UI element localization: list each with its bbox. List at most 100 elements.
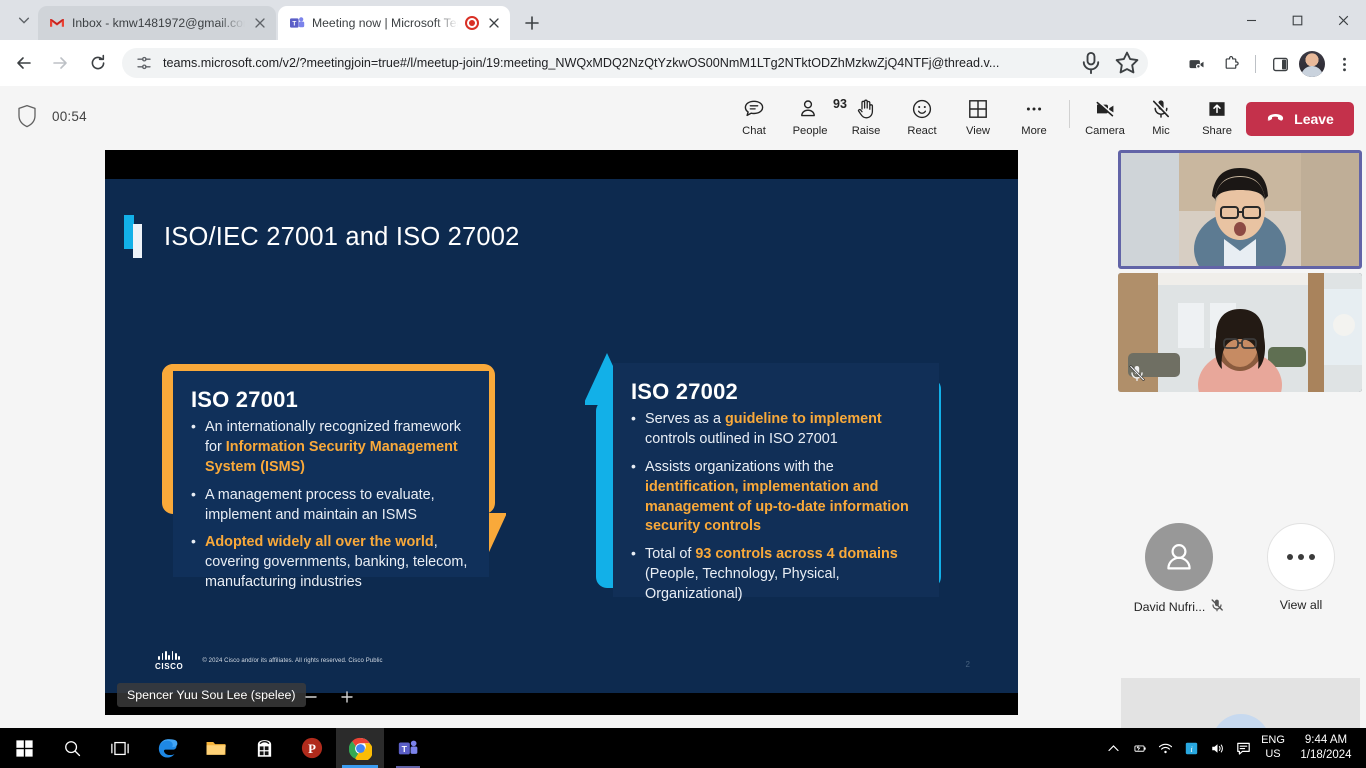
site-settings-icon[interactable] <box>135 54 153 72</box>
list-item: An internationally recognized framework … <box>191 417 471 478</box>
tab-title: Meeting now | Microsoft Teams <box>312 16 458 30</box>
battery-icon[interactable] <box>1126 728 1152 768</box>
react-smiley-icon <box>911 96 933 122</box>
new-tab-button[interactable] <box>518 9 546 37</box>
forward-icon[interactable] <box>44 47 76 79</box>
share-up-icon <box>1206 96 1228 122</box>
close-icon[interactable] <box>252 15 268 31</box>
svg-text:T: T <box>292 21 296 28</box>
zoom-out-button[interactable] <box>301 687 321 707</box>
info-icon[interactable]: i <box>1178 728 1204 768</box>
hangup-icon <box>1266 108 1285 130</box>
camera-button[interactable]: Camera <box>1077 92 1133 137</box>
address-bar[interactable]: teams.microsoft.com/v2/?meetingjoin=true… <box>122 48 1148 78</box>
camera-label: Camera <box>1085 125 1125 137</box>
edge-icon[interactable] <box>144 728 192 768</box>
bullet-highlight: identification, implementation and manag… <box>645 478 909 535</box>
cisco-bars-icon <box>158 651 180 660</box>
voice-search-icon[interactable] <box>1078 50 1104 76</box>
start-icon[interactable] <box>0 728 48 768</box>
react-button[interactable]: React <box>894 92 950 137</box>
shared-content-stage[interactable]: ISO/IEC 27001 and ISO 27002 ISO 27001 • … <box>105 150 1018 715</box>
wifi-icon[interactable] <box>1152 728 1178 768</box>
list-item: Serves as a guideline to implement contr… <box>631 409 921 450</box>
bullet-text: Serves as a <box>645 411 725 427</box>
extensions-puzzle-icon[interactable] <box>1215 48 1247 80</box>
gmail-icon <box>49 15 65 31</box>
ellipsis-icon <box>1267 523 1335 591</box>
mic-button[interactable]: Mic <box>1133 92 1189 137</box>
microsoft-store-icon[interactable] <box>240 728 288 768</box>
svg-text:P: P <box>308 742 316 756</box>
slide-page-number: 2 <box>965 660 970 669</box>
iso-27001-heading: ISO 27001 <box>191 387 298 412</box>
person-icon <box>1145 523 1213 591</box>
slide-copyright: © 2024 Cisco and/or its affiliates. All … <box>202 658 383 664</box>
tab-title: Inbox - kmw1481972@gmail.com <box>72 16 245 30</box>
share-label: Share <box>1202 125 1232 137</box>
screencast-icon[interactable] <box>1180 48 1212 80</box>
tab-search-chevron-icon[interactable] <box>8 4 40 36</box>
more-button[interactable]: More <box>1006 92 1062 137</box>
clock[interactable]: 9:44 AM 1/18/2024 <box>1290 728 1366 768</box>
close-icon[interactable] <box>486 15 502 31</box>
task-view-icon[interactable] <box>96 728 144 768</box>
bullet-text: controls outlined in ISO 27001 <box>645 430 838 447</box>
side-panel-icon[interactable] <box>1264 48 1296 80</box>
bullet-highlight: Information Security Management System (… <box>205 438 458 475</box>
back-icon[interactable] <box>8 47 40 79</box>
mic-off-icon <box>1150 96 1172 122</box>
recording-indicator-icon[interactable] <box>465 16 479 30</box>
list-item: Assists organizations with the identific… <box>631 457 921 538</box>
share-button[interactable]: Share <box>1189 92 1245 137</box>
bullet-highlight: Adopted widely all over the world <box>205 534 434 551</box>
view-button[interactable]: View <box>950 92 1006 137</box>
p-app-icon[interactable]: P <box>288 728 336 768</box>
file-explorer-icon[interactable] <box>192 728 240 768</box>
more-label: More <box>1021 125 1047 137</box>
chat-icon <box>743 96 765 122</box>
view-grid-icon <box>967 96 989 122</box>
chrome-menu-icon[interactable] <box>1328 48 1360 80</box>
participant-david[interactable]: David Nufri... <box>1118 523 1240 615</box>
avatar-row: David Nufri... View all <box>1118 523 1362 615</box>
bullet-text: Assists organizations with the <box>645 458 834 475</box>
cisco-wordmark: CISCO <box>155 662 184 671</box>
mic-off-icon <box>1128 364 1146 382</box>
language-indicator[interactable]: ENG US <box>1256 728 1290 768</box>
zoom-in-button[interactable] <box>337 687 357 707</box>
reload-icon[interactable] <box>82 47 114 79</box>
mic-off-icon <box>1210 598 1224 615</box>
close-window-icon[interactable] <box>1320 0 1366 40</box>
view-all-button[interactable]: View all <box>1240 523 1362 615</box>
raise-label: Raise <box>851 125 881 137</box>
minimize-icon[interactable] <box>1228 0 1274 40</box>
shield-icon <box>16 104 38 128</box>
bookmark-star-icon[interactable] <box>1114 50 1140 76</box>
teams-icon[interactable]: T <box>384 728 432 768</box>
action-center-icon[interactable] <box>1230 728 1256 768</box>
bullet-text: (People, Technology, Physical, Organizat… <box>645 566 840 602</box>
browser-tab-inbox[interactable]: Inbox - kmw1481972@gmail.com <box>38 6 276 40</box>
chrome-icon[interactable] <box>336 728 384 768</box>
show-hidden-icons-chevron[interactable] <box>1100 728 1126 768</box>
browser-tab-teams[interactable]: T Meeting now | Microsoft Teams <box>278 6 510 40</box>
svg-text:T: T <box>402 744 408 754</box>
iso-27001-bullets: An internationally recognized framework … <box>191 417 471 593</box>
maximize-icon[interactable] <box>1274 0 1320 40</box>
slide-title: ISO/IEC 27001 and ISO 27002 <box>164 222 520 251</box>
profile-avatar[interactable] <box>1299 51 1325 77</box>
slide-footer: CISCO © 2024 Cisco and/or its affiliates… <box>155 651 383 671</box>
call-timer: 00:54 <box>52 108 87 124</box>
people-button[interactable]: 93 People <box>782 92 847 137</box>
video-tile-participant[interactable] <box>1118 273 1362 392</box>
search-icon[interactable] <box>48 728 96 768</box>
slide-title-row: ISO/IEC 27001 and ISO 27002 <box>124 215 520 259</box>
people-label: People <box>792 125 828 137</box>
camera-off-icon <box>1094 96 1116 122</box>
video-tile-speaker[interactable] <box>1118 150 1362 269</box>
chat-button[interactable]: Chat <box>726 92 782 137</box>
view-label: View <box>965 125 991 137</box>
leave-button[interactable]: Leave <box>1246 102 1354 136</box>
volume-icon[interactable] <box>1204 728 1230 768</box>
